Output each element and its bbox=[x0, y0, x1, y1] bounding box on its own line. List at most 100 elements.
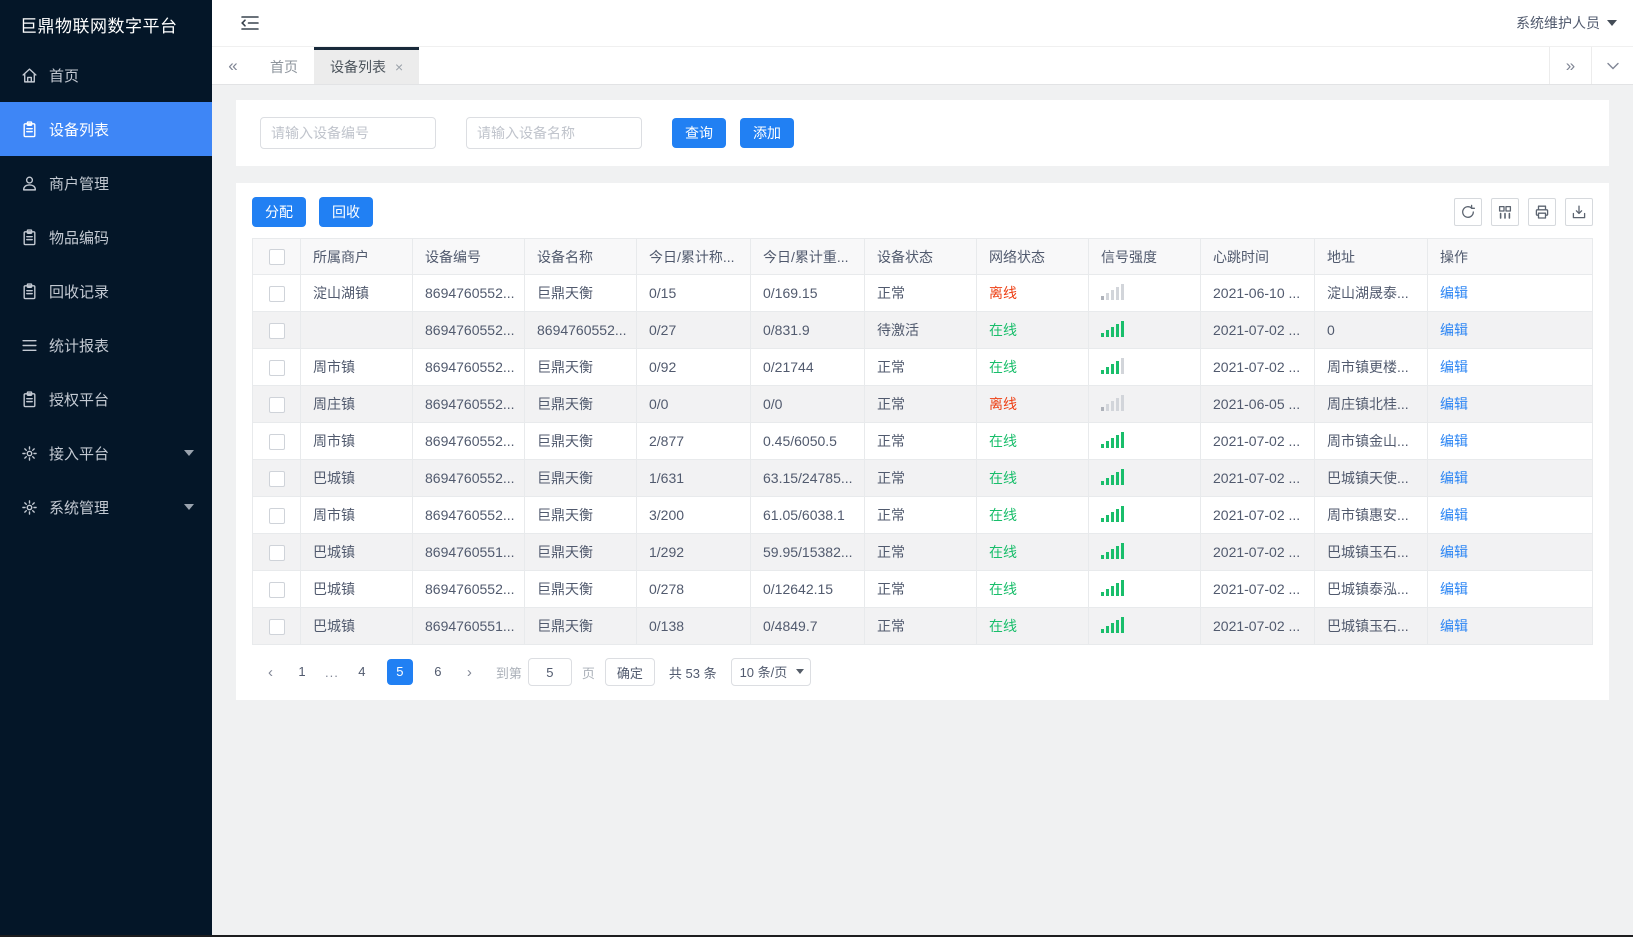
scroll-tabs-right-button[interactable]: » bbox=[1549, 47, 1591, 84]
edit-link[interactable]: 编辑 bbox=[1440, 581, 1468, 597]
recycle-button[interactable]: 回收 bbox=[319, 197, 373, 227]
signal-strength-icon bbox=[1101, 357, 1124, 374]
cell-signal bbox=[1088, 385, 1201, 423]
cell-device-status: 正常 bbox=[864, 274, 977, 312]
row-checkbox[interactable] bbox=[268, 544, 285, 561]
refresh-button[interactable] bbox=[1454, 198, 1482, 226]
edit-link[interactable]: 编辑 bbox=[1440, 359, 1468, 375]
edit-link[interactable]: 编辑 bbox=[1440, 322, 1468, 338]
cell-today-count-text: 0/0 bbox=[649, 396, 669, 412]
edit-link[interactable]: 编辑 bbox=[1440, 507, 1468, 523]
cell-device-name: 巨鼎天衡 bbox=[524, 459, 637, 497]
device-no-input[interactable] bbox=[260, 117, 436, 149]
tab-actions-dropdown[interactable] bbox=[1591, 47, 1633, 84]
assign-button[interactable]: 分配 bbox=[252, 197, 306, 227]
page-number-1[interactable]: 1 bbox=[289, 659, 315, 685]
goto-confirm-button[interactable]: 确定 bbox=[604, 658, 655, 686]
scroll-tabs-left-button[interactable]: « bbox=[212, 47, 254, 84]
cell-merchant: 巴城镇 bbox=[300, 607, 413, 645]
tab-1[interactable]: 设备列表 × bbox=[314, 47, 420, 84]
cell-device-no: 8694760552... bbox=[412, 385, 525, 423]
table-row: 周庄镇 8694760552... 巨鼎天衡 0/0 0/0 正常 离线 2021-06-05… bbox=[252, 385, 1593, 423]
cell-heartbeat-text: 2021-06-05 ... bbox=[1213, 396, 1301, 412]
edit-link[interactable]: 编辑 bbox=[1440, 618, 1468, 634]
app-title: 巨鼎物联网数字平台 bbox=[20, 16, 178, 36]
row-checkbox[interactable] bbox=[268, 507, 285, 524]
cell-network-status: 在线 bbox=[976, 533, 1089, 571]
sidebar-item-5[interactable]: 统计报表 bbox=[0, 318, 212, 372]
row-checkbox[interactable] bbox=[268, 581, 285, 598]
cell-address: 0 bbox=[1314, 311, 1428, 349]
query-button[interactable]: 查询 bbox=[672, 118, 726, 148]
cell-address: 周庄镇北桂... bbox=[1314, 385, 1428, 423]
row-checkbox[interactable] bbox=[268, 618, 285, 635]
page-size-select[interactable]: 10 条/页 bbox=[730, 658, 811, 686]
device-name-input[interactable] bbox=[466, 117, 642, 149]
page-number-6[interactable]: 6 bbox=[425, 659, 451, 685]
user-icon bbox=[21, 175, 38, 192]
edit-link[interactable]: 编辑 bbox=[1440, 433, 1468, 449]
table-header-row: 所属商户 设备编号 设备名称 今日/累计称... 今日/累计重... 设备状态 网络状态 信号… bbox=[252, 238, 1593, 275]
edit-link[interactable]: 编辑 bbox=[1440, 396, 1468, 412]
sidebar-item-6[interactable]: 授权平台 bbox=[0, 372, 212, 426]
search-panel: 查询 添加 bbox=[236, 100, 1609, 166]
sidebar-item-1[interactable]: 设备列表 bbox=[0, 102, 212, 156]
cell-today-weight: 0.45/6050.5 bbox=[750, 422, 865, 460]
cell-network-status-text: 离线 bbox=[989, 285, 1017, 301]
edit-link[interactable]: 编辑 bbox=[1440, 470, 1468, 486]
close-icon[interactable]: × bbox=[395, 59, 403, 75]
cell-signal bbox=[1088, 311, 1201, 349]
select-all-checkbox[interactable] bbox=[268, 249, 285, 266]
export-button[interactable] bbox=[1565, 198, 1593, 226]
device-table: 所属商户 设备编号 设备名称 今日/累计称... 今日/累计重... 设备状态 网络状态 信号… bbox=[252, 238, 1593, 645]
sidebar-item-4[interactable]: 回收记录 bbox=[0, 264, 212, 318]
page-number-4[interactable]: 4 bbox=[349, 659, 375, 685]
clipboard-icon bbox=[21, 228, 38, 246]
cell-device-no-text: 8694760552... bbox=[425, 285, 515, 301]
edit-link[interactable]: 编辑 bbox=[1440, 285, 1468, 301]
cell-merchant bbox=[300, 311, 413, 349]
row-checkbox[interactable] bbox=[268, 322, 285, 339]
user-menu[interactable]: 系统维护人员 bbox=[1516, 13, 1617, 33]
sidebar-item-3[interactable]: 物品编码 bbox=[0, 210, 212, 264]
row-checkbox[interactable] bbox=[268, 396, 285, 413]
cell-network-status: 在线 bbox=[976, 607, 1089, 645]
collapse-sidebar-icon[interactable] bbox=[240, 13, 262, 33]
cell-merchant: 周市镇 bbox=[300, 348, 413, 386]
row-checkbox[interactable] bbox=[268, 285, 285, 302]
signal-strength-icon bbox=[1101, 468, 1124, 485]
home-icon bbox=[21, 67, 38, 84]
row-checkbox[interactable] bbox=[268, 470, 285, 487]
page-number-5[interactable]: 5 bbox=[386, 659, 413, 685]
cell-action: 编辑 bbox=[1427, 274, 1593, 312]
add-button[interactable]: 添加 bbox=[740, 118, 794, 148]
columns-button[interactable] bbox=[1491, 198, 1519, 226]
prev-page-button[interactable]: ‹ bbox=[258, 664, 283, 681]
page-content: 查询 添加 分配 回收 所属商户设备编号设备名称今日/累计称...今日/累计重. bbox=[212, 85, 1633, 935]
sidebar-item-2[interactable]: 商户管理 bbox=[0, 156, 212, 210]
cell-action: 编辑 bbox=[1427, 533, 1593, 571]
signal-strength-icon bbox=[1101, 579, 1124, 596]
column-header: 心跳时间 bbox=[1200, 238, 1315, 275]
cell-device-name-text: 8694760552... bbox=[537, 322, 627, 338]
cell-today-weight-text: 0.45/6050.5 bbox=[763, 433, 837, 449]
refresh-icon bbox=[1460, 204, 1476, 220]
cell-today-weight-text: 63.15/24785... bbox=[763, 470, 853, 486]
sidebar-item-7[interactable]: 接入平台 bbox=[0, 426, 212, 480]
sidebar-item-8[interactable]: 系统管理 bbox=[0, 480, 212, 534]
goto-page-input[interactable] bbox=[527, 658, 572, 686]
next-page-button[interactable]: › bbox=[457, 664, 482, 681]
row-checkbox[interactable] bbox=[268, 359, 285, 376]
cell-device-status-text: 正常 bbox=[877, 285, 905, 301]
cell-heartbeat-text: 2021-07-02 ... bbox=[1213, 470, 1301, 486]
cell-device-no: 8694760552... bbox=[412, 570, 525, 608]
row-checkbox[interactable] bbox=[268, 433, 285, 450]
sidebar-item-0[interactable]: 首页 bbox=[0, 48, 212, 102]
edit-link[interactable]: 编辑 bbox=[1440, 544, 1468, 560]
chevron-down-icon bbox=[1607, 20, 1617, 26]
cell-today-count: 0/138 bbox=[636, 607, 751, 645]
cell-address-text: 巴城镇天使... bbox=[1327, 470, 1409, 486]
tab-0[interactable]: 首页 bbox=[254, 47, 314, 84]
cell-today-count: 0/278 bbox=[636, 570, 751, 608]
printer-button[interactable] bbox=[1528, 198, 1556, 226]
